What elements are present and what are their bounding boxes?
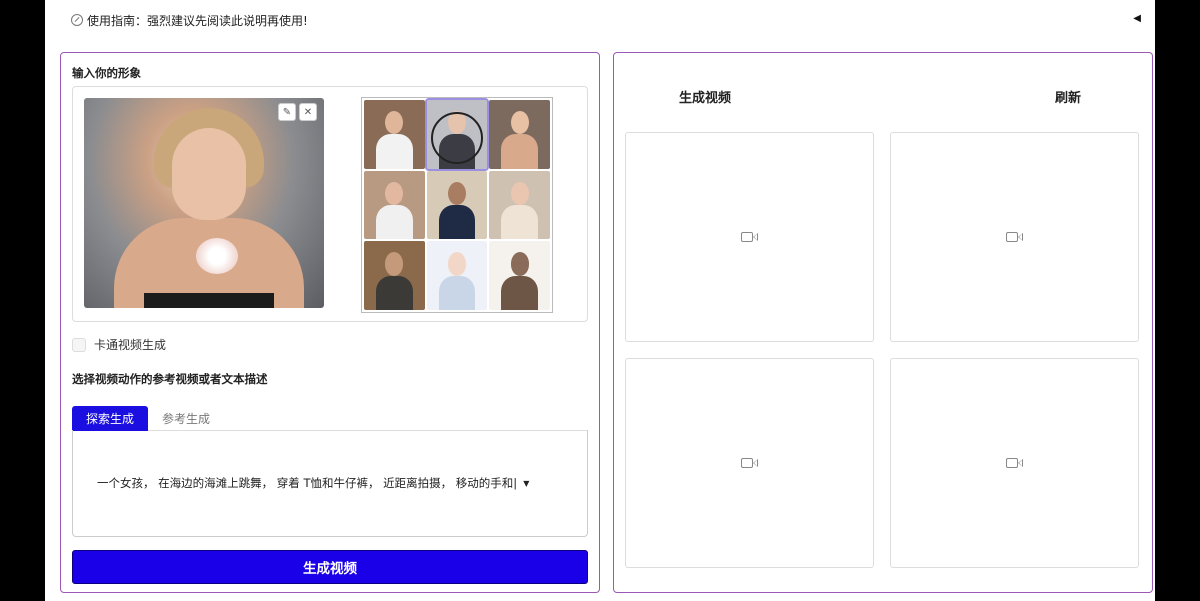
gallery-thumb-woman-hand-face[interactable] [364, 170, 425, 240]
video-camera-icon [740, 457, 759, 469]
gallery-thumb-man-jacket[interactable] [426, 170, 488, 240]
close-icon[interactable]: ✕ [299, 103, 317, 121]
gallery-thumb-woman-portrait-selected[interactable] [424, 98, 490, 171]
generated-video-title: 生成视频 [679, 91, 732, 106]
avatar-input-box: ✎ ✕ [72, 86, 588, 322]
app-page: 使用指南：强烈建议先阅读此说明再使用! ◀ 输入你的形象 ✎ ✕ 卡通视频生成 … [45, 0, 1155, 601]
gallery-thumb-woman-sweater[interactable] [489, 170, 550, 240]
gallery-thumb-woman-blonde[interactable] [489, 100, 550, 169]
dropdown-caret-icon: ▼ [523, 478, 530, 488]
cartoon-video-option: 卡通视频生成 [72, 336, 166, 353]
video-camera-icon [1005, 231, 1024, 243]
video-slot-4[interactable] [890, 358, 1139, 568]
input-panel: 输入你的形象 ✎ ✕ 卡通视频生成 选择视频动作的参考视频或者文本描述 探索生成… [60, 52, 600, 593]
video-slot-1[interactable] [625, 132, 874, 342]
example-avatar-gallery [361, 97, 553, 313]
gallery-thumb-man-dark-coat[interactable] [364, 241, 425, 310]
video-slot-3[interactable] [625, 358, 874, 568]
usage-guide-bar[interactable]: 使用指南：强烈建议先阅读此说明再使用! ◀ [45, 0, 1155, 40]
video-slot-2[interactable] [890, 132, 1139, 342]
tab-explore-generate[interactable]: 探索生成 [72, 406, 149, 431]
gallery-thumb-statue-figure[interactable] [489, 241, 550, 310]
video-camera-icon [1005, 457, 1024, 469]
usage-guide-text: 使用指南：强烈建议先阅读此说明再使用! [87, 13, 308, 28]
gallery-thumb-anime-figure[interactable] [426, 241, 488, 310]
video-camera-icon [740, 231, 759, 243]
generation-mode-tabs: 探索生成 参考生成 [72, 406, 588, 431]
generate-video-button[interactable]: 生成视频 [72, 550, 588, 584]
uploaded-portrait-image: ✎ ✕ [84, 98, 324, 308]
tab-reference-generate[interactable]: 参考生成 [148, 406, 224, 431]
edit-icon[interactable]: ✎ [278, 103, 296, 121]
prompt-text: 一个女孩， 在海边的海滩上跳舞， 穿着 T恤和牛仔裤， 近距离拍摄， 移动的手和… [97, 476, 518, 490]
input-avatar-label: 输入你的形象 [72, 66, 141, 80]
output-panel: 生成视频 刷新 [613, 52, 1153, 593]
collapse-triangle-icon[interactable]: ◀ [1133, 13, 1141, 24]
cartoon-video-checkbox[interactable] [72, 337, 86, 352]
refresh-button[interactable]: 刷新 [1055, 87, 1081, 106]
compass-icon [71, 14, 83, 26]
prompt-dropdown[interactable]: 一个女孩， 在海边的海滩上跳舞， 穿着 T恤和牛仔裤， 近距离拍摄， 移动的手和… [72, 430, 588, 537]
reference-label: 选择视频动作的参考视频或者文本描述 [72, 372, 268, 386]
cartoon-video-label: 卡通视频生成 [94, 338, 167, 352]
cursor-highlight-ring [430, 112, 483, 164]
gallery-thumb-woman-white-tee[interactable] [364, 100, 425, 169]
